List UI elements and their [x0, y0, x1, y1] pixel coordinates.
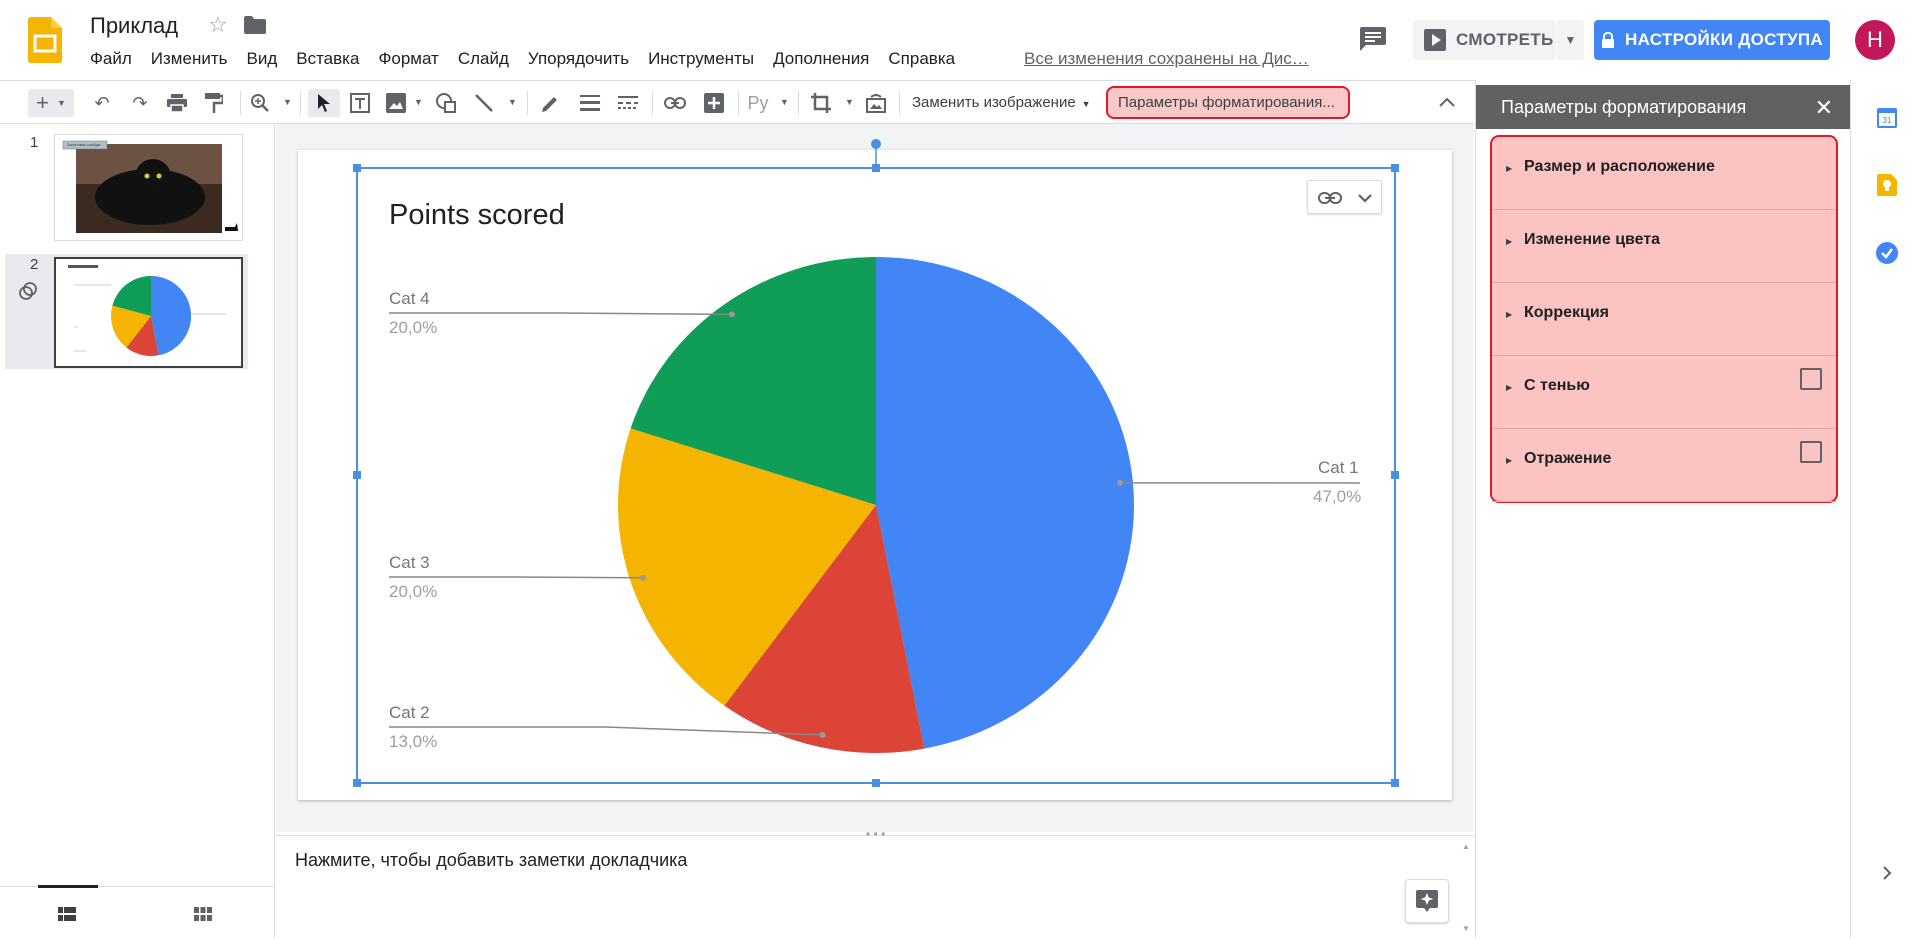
pie-slice-cat1: [876, 257, 1134, 749]
format-sections: ▶ Размер и расположение ▶ Изменение цвет…: [1490, 135, 1838, 503]
chart-link-menu[interactable]: [1307, 180, 1382, 214]
side-apps-rail: 31: [1850, 80, 1920, 938]
resize-handle[interactable]: [1391, 164, 1399, 172]
close-icon[interactable]: ✕: [1815, 95, 1833, 121]
section-reflection[interactable]: ▶ Отражение: [1492, 429, 1836, 502]
tasks-icon[interactable]: [1876, 242, 1898, 264]
section-drop-shadow[interactable]: ▶ С тенью: [1492, 356, 1836, 429]
explore-button[interactable]: [1405, 879, 1449, 923]
section-size-position[interactable]: ▶ Размер и расположение: [1492, 137, 1836, 210]
pie-label-cat1: Cat 1: [1318, 458, 1359, 478]
pie-value-cat2: 13,0%: [389, 732, 437, 752]
resize-handle[interactable]: [353, 471, 361, 479]
drop-shadow-checkbox[interactable]: [1800, 368, 1822, 390]
resize-handle[interactable]: [872, 164, 880, 172]
reflection-checkbox[interactable]: [1800, 441, 1822, 463]
resize-handle[interactable]: [1391, 779, 1399, 787]
keep-icon[interactable]: [1877, 174, 1897, 196]
chevron-down-icon[interactable]: [1357, 192, 1373, 204]
link-icon: [1318, 192, 1342, 204]
expand-triangle-icon: ▶: [1506, 383, 1512, 392]
svg-text:31: 31: [1883, 116, 1892, 125]
pie-label-cat3: Cat 3: [389, 553, 430, 573]
leader-line: [389, 577, 643, 578]
leader-dot: [820, 732, 826, 738]
format-options-panel: Параметры форматирования ✕ ▶ Размер и ра…: [1475, 80, 1850, 938]
section-label: Изменение цвета: [1524, 231, 1660, 249]
resize-handle[interactable]: [353, 779, 361, 787]
explore-icon: [1416, 890, 1438, 912]
resize-grip-icon[interactable]: • • •: [866, 827, 885, 841]
expand-triangle-icon: ▶: [1506, 310, 1512, 319]
section-label: С тенью: [1524, 377, 1590, 395]
resize-handle[interactable]: [872, 779, 880, 787]
expand-triangle-icon: ▶: [1506, 456, 1512, 465]
notes-scrollbar[interactable]: ▲ ▼: [1459, 836, 1474, 939]
pie-value-cat3: 20,0%: [389, 582, 437, 602]
pie-value-cat1: 47,0%: [1313, 487, 1361, 507]
speaker-notes-placeholder[interactable]: Нажмите, чтобы добавить заметки докладчи…: [295, 850, 687, 871]
resize-handle[interactable]: [353, 164, 361, 172]
leader-line: [389, 313, 732, 314]
pie-label-cat2: Cat 2: [389, 703, 430, 723]
scroll-up-icon[interactable]: ▲: [1462, 842, 1470, 851]
leader-line: [389, 727, 823, 735]
leader-dot: [640, 575, 646, 581]
pie-label-cat4: Cat 4: [389, 289, 430, 309]
rotate-handle[interactable]: [871, 139, 881, 149]
panel-title: Параметры форматирования: [1501, 97, 1746, 118]
leader-dot: [1117, 480, 1123, 486]
pie-slices: [618, 257, 1134, 753]
section-label: Размер и расположение: [1524, 158, 1715, 176]
section-adjustments[interactable]: ▶ Коррекция: [1492, 283, 1836, 356]
expand-triangle-icon: ▶: [1506, 164, 1512, 173]
chart-title: Points scored: [389, 199, 565, 232]
speaker-notes[interactable]: • • • Нажмите, чтобы добавить заметки до…: [276, 835, 1474, 938]
section-label: Коррекция: [1524, 304, 1609, 322]
section-label: Отражение: [1524, 450, 1611, 468]
calendar-icon[interactable]: 31: [1877, 106, 1897, 128]
panel-header: Параметры форматирования ✕: [1476, 85, 1850, 129]
scroll-down-icon[interactable]: ▼: [1462, 924, 1470, 933]
chevron-right-icon[interactable]: [1881, 865, 1893, 881]
section-recolor[interactable]: ▶ Изменение цвета: [1492, 210, 1836, 283]
resize-handle[interactable]: [1391, 471, 1399, 479]
leader-dot: [729, 311, 735, 317]
pie-value-cat4: 20,0%: [389, 318, 437, 338]
expand-triangle-icon: ▶: [1506, 237, 1512, 246]
